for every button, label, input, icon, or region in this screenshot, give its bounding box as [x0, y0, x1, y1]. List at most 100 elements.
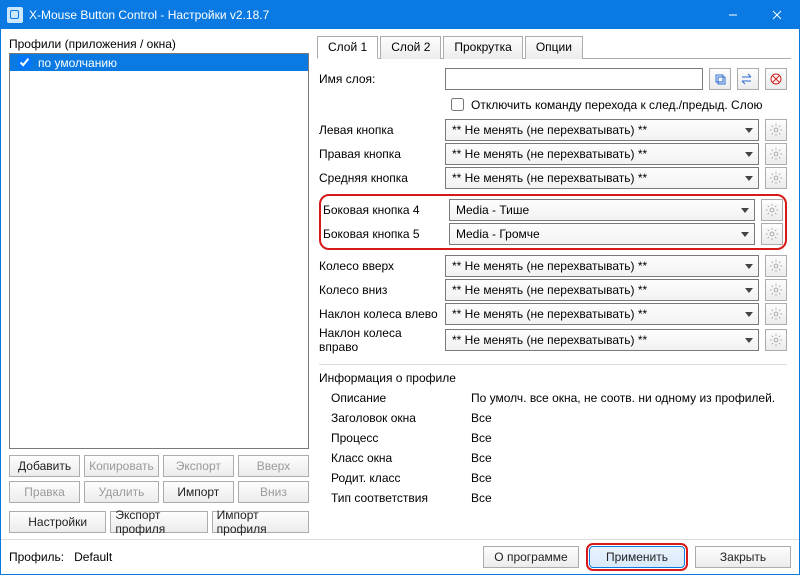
right-pane: Слой 1 Слой 2 Прокрутка Опции Имя слоя: …: [317, 35, 791, 533]
panel: Имя слоя: Отключить команду перехода к с…: [317, 59, 791, 533]
info-value: Все: [471, 411, 787, 425]
gear-icon[interactable]: [765, 303, 787, 325]
gear-icon[interactable]: [765, 329, 787, 351]
mapping-combo[interactable]: ** Не менять (не перехватывать) **: [445, 279, 759, 301]
info-key: Процесс: [331, 431, 471, 445]
separator: [319, 364, 787, 365]
mapping-label: Средняя кнопка: [319, 171, 439, 185]
about-button[interactable]: О программе: [483, 546, 579, 568]
mapping-combo[interactable]: Media - Тише: [449, 199, 755, 221]
titlebar: X-Mouse Button Control - Настройки v2.18…: [1, 1, 799, 29]
mapping-label: Боковая кнопка 4: [323, 203, 443, 217]
apply-button[interactable]: Применить: [589, 546, 685, 568]
export-profile-button[interactable]: Экспорт профиля: [110, 511, 207, 533]
down-button: Вниз: [238, 481, 309, 503]
up-button: Вверх: [238, 455, 309, 477]
info-key: Тип соответствия: [331, 491, 471, 505]
tab-scroll[interactable]: Прокрутка: [443, 36, 522, 59]
highlight-box: Боковая кнопка 4Media - ТишеБоковая кноп…: [319, 194, 787, 250]
profile-label: Профиль:: [9, 550, 64, 564]
layer-name-label: Имя слоя:: [319, 72, 439, 86]
profile-row[interactable]: по умолчанию: [10, 54, 308, 71]
close-button[interactable]: [755, 1, 799, 29]
tabs: Слой 1 Слой 2 Прокрутка Опции: [317, 35, 791, 59]
mapping-combo[interactable]: ** Не менять (не перехватывать) **: [445, 143, 759, 165]
body: Профили (приложения / окна) по умолчанию…: [1, 29, 799, 539]
info-value: Все: [471, 431, 787, 445]
profile-buttons-grid: Добавить Копировать Экспорт Вверх Правка…: [9, 455, 309, 503]
window-title: X-Mouse Button Control - Настройки v2.18…: [29, 8, 711, 22]
mapping-row: Боковая кнопка 5 Media - Громче: [323, 222, 783, 246]
mapping-label: Колесо вверх: [319, 259, 439, 273]
mapping-row: Колесо вверх ** Не менять (не перехватыва…: [319, 254, 787, 278]
layer-name-input[interactable]: [445, 68, 703, 90]
tab-layer1[interactable]: Слой 1: [317, 36, 378, 59]
delete-button: Удалить: [84, 481, 159, 503]
mapping-combo[interactable]: ** Не менять (не перехватывать) **: [445, 255, 759, 277]
mapping-combo[interactable]: ** Не менять (не перехватывать) **: [445, 303, 759, 325]
mapping-row: Наклон колеса влево ** Не менять (не пере…: [319, 302, 787, 326]
gear-icon[interactable]: [765, 143, 787, 165]
mapping-row: Боковая кнопка 4 Media - Тише: [323, 198, 783, 222]
info-value: Все: [471, 491, 787, 505]
window: X-Mouse Button Control - Настройки v2.18…: [0, 0, 800, 575]
mapping-label: Боковая кнопка 5: [323, 227, 443, 241]
mapping-combo[interactable]: ** Не менять (не перехватывать) **: [445, 329, 759, 351]
minimize-button[interactable]: [711, 1, 755, 29]
info-value: Все: [471, 471, 787, 485]
mapping-combo[interactable]: ** Не менять (не перехватывать) **: [445, 119, 759, 141]
gear-icon[interactable]: [765, 279, 787, 301]
bottom-bar: Профиль: Default О программе Применить З…: [1, 539, 799, 574]
mapping-label: Наклон колеса влево: [319, 307, 439, 321]
left-pane: Профили (приложения / окна) по умолчанию…: [9, 35, 309, 533]
gear-icon[interactable]: [761, 223, 783, 245]
info-key: Родит. класс: [331, 471, 471, 485]
mapping-row: Колесо вниз ** Не менять (не перехватыват…: [319, 278, 787, 302]
info-grid: ОписаниеПо умолч. все окна, не соотв. ни…: [319, 391, 787, 505]
mapping-label: Наклон колеса вправо: [319, 326, 439, 354]
edit-button: Правка: [9, 481, 80, 503]
clear-layer-icon[interactable]: [765, 68, 787, 90]
gear-icon[interactable]: [765, 167, 787, 189]
info-key: Класс окна: [331, 451, 471, 465]
layer-name-row: Имя слоя:: [319, 67, 787, 91]
mapping-row: Левая кнопка ** Не менять (не перехватыва…: [319, 118, 787, 142]
mapping-row: Правая кнопка** Не менять (не перехватыв…: [319, 142, 787, 166]
gear-icon[interactable]: [765, 119, 787, 141]
info-key: Описание: [331, 391, 471, 405]
profiles-label: Профили (приложения / окна): [9, 37, 309, 51]
settings-button[interactable]: Настройки: [9, 511, 106, 533]
gear-icon[interactable]: [761, 199, 783, 221]
info-value: Все: [471, 451, 787, 465]
mapping-row: Средняя кнопка ** Не менять (не перехваты…: [319, 166, 787, 190]
tab-options[interactable]: Опции: [525, 36, 583, 59]
disable-next-prev-checkbox[interactable]: [451, 98, 464, 111]
profile-buttons-row2: Настройки Экспорт профиля Импорт профиля: [9, 511, 309, 533]
disable-next-prev-label: Отключить команду перехода к след./преды…: [471, 98, 763, 112]
swap-layer-icon[interactable]: [737, 68, 759, 90]
info-title: Информация о профиле: [319, 371, 787, 385]
tab-layer2[interactable]: Слой 2: [380, 36, 441, 59]
copy-layer-icon[interactable]: [709, 68, 731, 90]
disable-next-prev-row: Отключить команду перехода к след./преды…: [447, 95, 787, 114]
mapping-combo[interactable]: ** Не менять (не перехватывать) **: [445, 167, 759, 189]
add-button[interactable]: Добавить: [9, 455, 80, 477]
copy-button: Копировать: [84, 455, 159, 477]
mapping-label: Колесо вниз: [319, 283, 439, 297]
mapping-row: Наклон колеса вправо ** Не менять (не пер…: [319, 326, 787, 354]
profile-name: по умолчанию: [38, 56, 117, 70]
export-button: Экспорт: [163, 455, 234, 477]
profile-list[interactable]: по умолчанию: [9, 53, 309, 449]
mapping-combo[interactable]: Media - Громче: [449, 223, 755, 245]
import-button[interactable]: Импорт: [163, 481, 234, 503]
close-app-button[interactable]: Закрыть: [695, 546, 791, 568]
info-value: По умолч. все окна, не соотв. ни одному …: [471, 391, 787, 405]
info-key: Заголовок окна: [331, 411, 471, 425]
mapping-label: Левая кнопка: [319, 123, 439, 137]
import-profile-button[interactable]: Импорт профиля: [212, 511, 309, 533]
app-icon: [7, 7, 23, 23]
gear-icon[interactable]: [765, 255, 787, 277]
profile-checkbox[interactable]: [18, 56, 31, 69]
system-buttons: [711, 1, 799, 29]
profile-name-value: Default: [74, 550, 473, 564]
